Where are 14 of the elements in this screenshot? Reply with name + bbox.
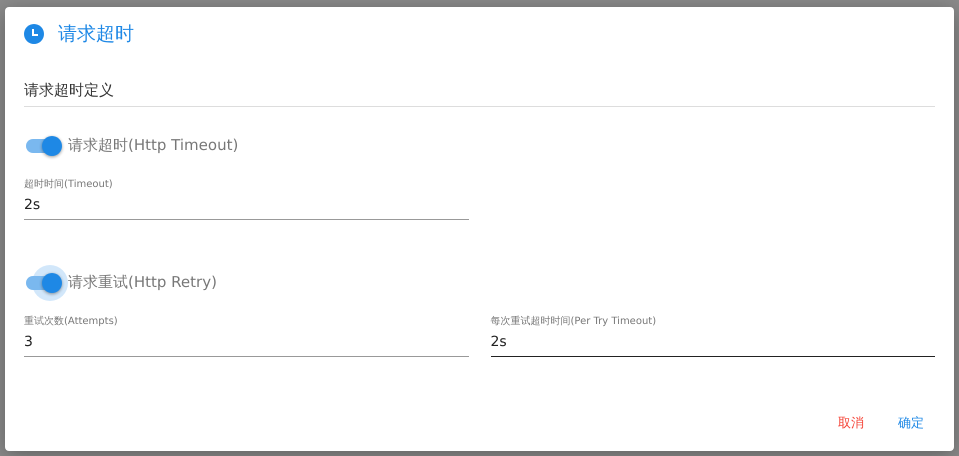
cancel-button[interactable]: 取消 (826, 408, 876, 439)
dialog-title: 请求超时 (58, 22, 134, 47)
clock-icon (24, 24, 44, 44)
toggle-label: 请求重试(Http Retry) (68, 272, 217, 294)
section-title: 请求超时定义 (24, 79, 935, 106)
toggle-switch[interactable] (24, 264, 68, 300)
field-label: 每次重试超时时间(Per Try Timeout) (490, 314, 658, 328)
field-label: 超时时间(Timeout) (24, 178, 114, 192)
input-field[interactable]: 2s (490, 332, 935, 356)
toggle-label: 请求超时(Http Timeout) (68, 135, 238, 156)
confirm-button[interactable]: 确定 (886, 408, 936, 439)
field-label: 重试次数(Attempts) (24, 314, 119, 328)
input-field[interactable]: 2s (24, 194, 468, 220)
input-field[interactable]: 3 (24, 332, 468, 356)
